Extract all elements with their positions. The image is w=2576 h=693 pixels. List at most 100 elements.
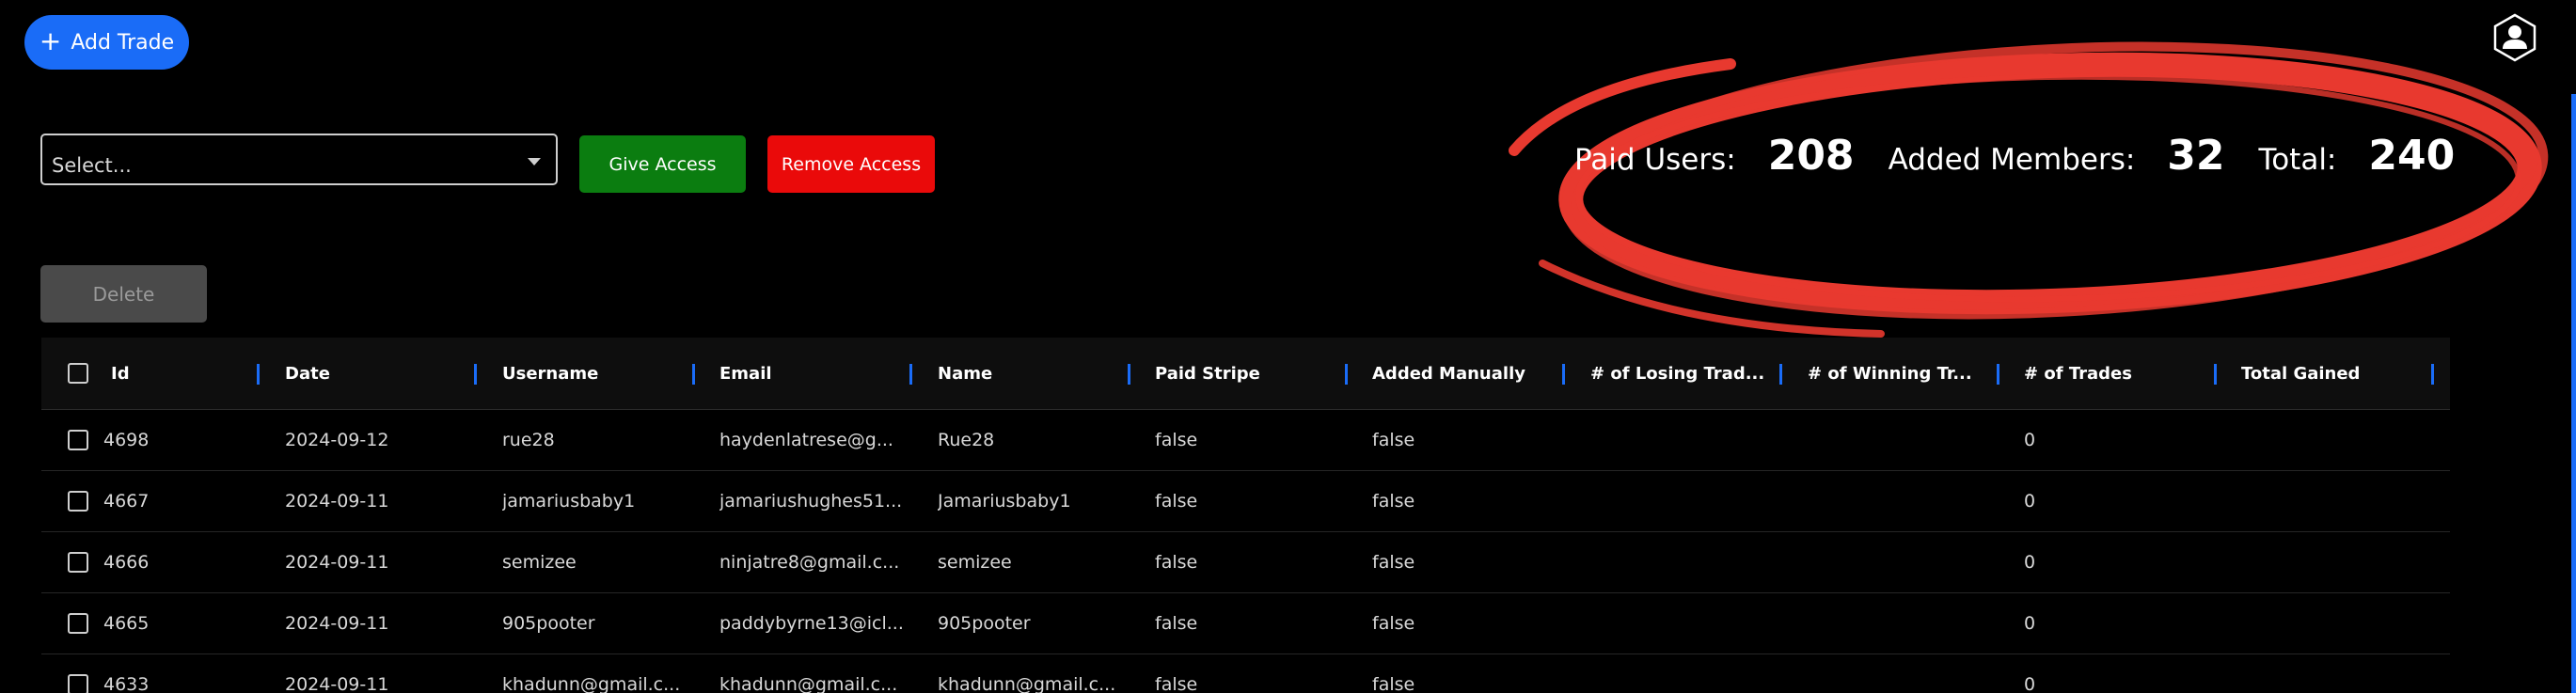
table-cell: 0	[2024, 491, 2036, 512]
table-cell: false	[1372, 674, 1415, 693]
table-cell: ninjatre8@gmail.c...	[719, 552, 900, 573]
table-cell: khadunn@gmail.c...	[719, 674, 898, 693]
column-resize-handle[interactable]	[1345, 364, 1348, 385]
table-header: Id Date Username Email Name Paid Stripe Added …	[41, 338, 2450, 410]
table-cell	[1808, 532, 2000, 592]
table-row[interactable]: 4698 2024-09-12 rue28 haydenlatrese@g... Rue…	[41, 410, 2450, 471]
table-row[interactable]: 4633 2024-09-11 khadunn@gmail.c... khadunn@…	[41, 654, 2450, 693]
paid-users-value: 208	[1767, 132, 1855, 180]
table-cell: false	[1155, 430, 1198, 450]
column-resize-handle[interactable]	[1128, 364, 1130, 385]
table-cell: semizee	[938, 552, 1012, 573]
column-resize-handle[interactable]	[909, 364, 912, 385]
table-cell: false	[1372, 430, 1415, 450]
column-resize-handle[interactable]	[474, 364, 477, 385]
table-cell	[1808, 471, 2000, 531]
select-all-checkbox[interactable]	[68, 363, 88, 384]
plus-icon: +	[39, 24, 62, 56]
table-cell	[2241, 654, 2443, 693]
table-cell: false	[1372, 613, 1415, 634]
row-checkbox[interactable]	[68, 430, 88, 450]
table-cell	[2241, 410, 2443, 470]
table-row[interactable]: 4666 2024-09-11 semizee ninjatre8@gmail.c..…	[41, 532, 2450, 593]
table-cell: semizee	[502, 552, 577, 573]
chevron-down-icon	[528, 158, 541, 165]
table-body: 4698 2024-09-12 rue28 haydenlatrese@g... Rue…	[41, 410, 2450, 693]
table-cell	[2241, 593, 2443, 654]
user-select-dropdown[interactable]: Select...	[40, 134, 558, 185]
give-access-button[interactable]: Give Access	[579, 135, 746, 193]
table-cell: haydenlatrese@g...	[719, 430, 893, 450]
highlight-circle-annotation	[1509, 41, 2549, 338]
table-cell	[2241, 471, 2443, 531]
column-header[interactable]: Id	[111, 338, 261, 409]
table-row[interactable]: 4667 2024-09-11 jamariusbaby1 jamariushughe…	[41, 471, 2450, 532]
column-resize-handle[interactable]	[1779, 364, 1782, 385]
total-label: Total:	[2258, 143, 2337, 177]
table-cell: 4665	[103, 613, 150, 634]
table-cell	[1590, 654, 1783, 693]
column-header[interactable]: Total Gained	[2241, 338, 2443, 409]
scrollbar[interactable]	[2571, 94, 2576, 693]
added-members-label: Added Members:	[1888, 143, 2136, 177]
table-cell	[1808, 410, 2000, 470]
column-header[interactable]: # of Losing Trad...	[1590, 338, 1783, 409]
table-cell	[1590, 410, 1783, 470]
table-cell: Jamariusbaby1	[938, 491, 1071, 512]
table-cell: false	[1155, 674, 1198, 693]
table-cell: 4698	[103, 430, 150, 450]
table-cell	[1590, 471, 1783, 531]
table-cell: 2024-09-11	[285, 491, 389, 512]
remove-access-button[interactable]: Remove Access	[767, 135, 935, 193]
row-checkbox[interactable]	[68, 613, 88, 634]
row-checkbox[interactable]	[68, 674, 88, 693]
total-value: 240	[2368, 132, 2456, 180]
table-cell: khadunn@gmail.c...	[938, 674, 1116, 693]
column-header[interactable]: Name	[938, 338, 1140, 409]
add-trade-button[interactable]: + Add Trade	[24, 15, 189, 70]
table-cell: 0	[2024, 430, 2036, 450]
table-cell	[1590, 532, 1783, 592]
table-cell	[2241, 532, 2443, 592]
column-resize-handle[interactable]	[2431, 364, 2434, 385]
table-cell: 0	[2024, 552, 2036, 573]
row-checkbox[interactable]	[68, 552, 88, 573]
column-header[interactable]: Added Manually	[1372, 338, 1574, 409]
member-stats: Paid Users: 208 Added Members: 32 Total:…	[1574, 132, 2455, 180]
column-header[interactable]: # of Trades	[2024, 338, 2226, 409]
column-resize-handle[interactable]	[1562, 364, 1565, 385]
table-cell: paddybyrne13@icl...	[719, 613, 904, 634]
column-resize-handle[interactable]	[692, 364, 695, 385]
add-trade-label: Add Trade	[71, 30, 175, 55]
paid-users-label: Paid Users:	[1574, 143, 1736, 177]
table-cell	[1590, 593, 1783, 654]
column-resize-handle[interactable]	[1997, 364, 1999, 385]
members-table: Id Date Username Email Name Paid Stripe Added …	[41, 338, 2450, 693]
column-resize-handle[interactable]	[2214, 364, 2217, 385]
column-header[interactable]: Email	[719, 338, 922, 409]
column-header[interactable]: Paid Stripe	[1155, 338, 1357, 409]
table-row[interactable]: 4665 2024-09-11 905pooter paddybyrne13@icl.…	[41, 593, 2450, 654]
table-cell: 905pooter	[502, 613, 595, 634]
column-header[interactable]: Date	[285, 338, 482, 409]
table-cell: 4633	[103, 674, 150, 693]
table-cell: jamariushughes51...	[719, 491, 903, 512]
column-header[interactable]: # of Winning Tr...	[1808, 338, 2000, 409]
row-checkbox[interactable]	[68, 491, 88, 512]
table-cell: 4667	[103, 491, 150, 512]
table-cell: 0	[2024, 674, 2036, 693]
table-cell: 2024-09-12	[285, 430, 389, 450]
table-cell: false	[1155, 491, 1198, 512]
column-resize-handle[interactable]	[257, 364, 260, 385]
table-cell: 2024-09-11	[285, 674, 389, 693]
table-cell: false	[1372, 491, 1415, 512]
table-cell: Rue28	[938, 430, 995, 450]
column-header[interactable]: Username	[502, 338, 704, 409]
delete-button[interactable]: Delete	[40, 265, 207, 323]
table-cell: false	[1155, 613, 1198, 634]
table-cell: 2024-09-11	[285, 613, 389, 634]
table-cell: 905pooter	[938, 613, 1031, 634]
select-placeholder: Select...	[52, 154, 132, 177]
table-cell	[1808, 654, 2000, 693]
added-members-value: 32	[2167, 132, 2225, 180]
